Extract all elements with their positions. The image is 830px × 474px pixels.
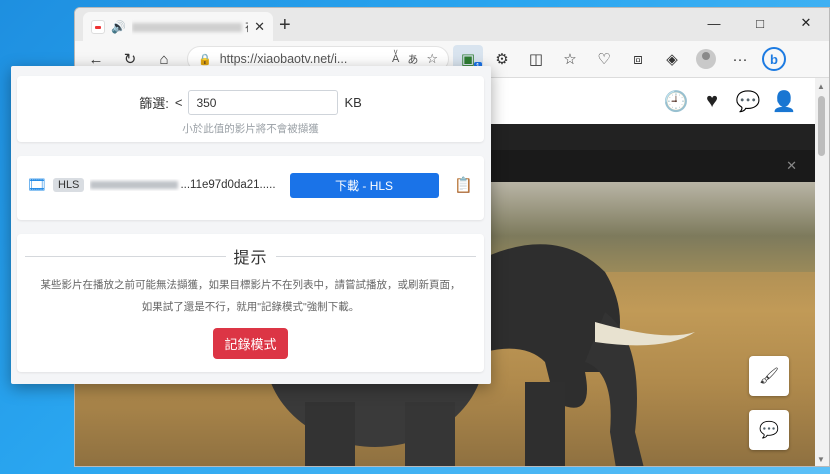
- browser-essentials-icon[interactable]: ♡: [589, 45, 619, 73]
- browser-tab[interactable]: 🔊 在线 ✕: [83, 12, 273, 41]
- history-clock-icon[interactable]: 🕘: [664, 90, 689, 113]
- scroll-up-icon[interactable]: ▲: [817, 82, 825, 91]
- filter-label: 篩選:: [139, 96, 169, 111]
- list-item: 🎞 HLS ...11e97d0da21..... 下載 - HLS 📋: [17, 166, 484, 204]
- filter-row: 篩選: < KB: [17, 90, 484, 115]
- address-url: https://xiaobaotv.net/i...: [219, 52, 348, 66]
- video-list: 🎞 HLS ...11e97d0da21..... 下載 - HLS 📋: [17, 156, 484, 220]
- tips-line-2: 如果試了還是不行，就用"記錄模式"強制下載。: [141, 301, 360, 313]
- paintbrush-icon[interactable]: 🖌: [749, 356, 789, 396]
- tips-line-1: 某些影片在播放之前可能無法擷獲，如果目標影片不在列表中，請嘗試播放，或刷新頁面，: [40, 279, 461, 291]
- profile-avatar[interactable]: [691, 45, 721, 73]
- maximize-button[interactable]: □: [737, 8, 783, 38]
- minimize-button[interactable]: —: [691, 8, 737, 38]
- page-scrollbar[interactable]: ▲ ▼: [815, 78, 829, 466]
- filter-unit: KB: [344, 95, 362, 110]
- close-window-button[interactable]: ✕: [783, 8, 829, 38]
- translate-icon[interactable]: あ: [407, 51, 418, 67]
- type-tag: HLS: [53, 178, 85, 192]
- collections-icon[interactable]: ◈: [657, 45, 687, 73]
- more-menu-icon[interactable]: ···: [725, 45, 755, 73]
- record-mode-button[interactable]: 記錄模式: [213, 328, 288, 359]
- favorites-list-icon[interactable]: ☆: [555, 45, 585, 73]
- tab-title: 在线: [131, 18, 248, 35]
- divider: [25, 255, 226, 257]
- chat-bubble-icon[interactable]: 💬: [736, 90, 761, 113]
- read-aloud-icon[interactable]: Aͮ: [392, 53, 399, 65]
- split-screen-icon[interactable]: ◫: [521, 45, 551, 73]
- heart-icon[interactable]: ♥: [701, 90, 723, 112]
- bing-copilot-button[interactable]: b: [759, 45, 789, 73]
- new-tab-button[interactable]: +: [279, 14, 291, 37]
- video-name: ...11e97d0da21.....: [90, 179, 276, 191]
- user-icon[interactable]: 👤: [772, 90, 797, 113]
- film-icon: 🎞: [26, 177, 48, 194]
- extension-popup: 篩選: < KB 小於此值的影片將不會被擷獲 🎞 HLS ...11e97d0d…: [11, 66, 491, 384]
- filter-size-input[interactable]: [188, 90, 339, 115]
- tips-header: 提示: [25, 244, 477, 268]
- favorite-star-icon[interactable]: ☆: [426, 51, 438, 67]
- filter-operator[interactable]: <: [175, 95, 183, 110]
- speaker-icon[interactable]: 🔊: [111, 20, 126, 34]
- tips-card: 提示 某些影片在播放之前可能無法擷獲，如果目標影片不在列表中，請嘗試播放，或刷新…: [17, 234, 484, 372]
- tips-text: 某些影片在播放之前可能無法擷獲，如果目標影片不在列表中，請嘗試播放，或刷新頁面，…: [17, 274, 484, 318]
- scroll-thumb[interactable]: [818, 96, 825, 156]
- tips-title: 提示: [233, 250, 268, 267]
- scroll-down-icon[interactable]: ▼: [817, 455, 825, 464]
- clipboard-check-icon[interactable]: 📋: [453, 174, 474, 196]
- lock-icon[interactable]: 🔒: [198, 53, 212, 66]
- extensions-puzzle-icon[interactable]: ⚙: [487, 45, 517, 73]
- tab-strip: 🔊 在线 ✕ + — □ ✕: [75, 8, 829, 41]
- filter-hint: 小於此值的影片將不會被擷獲: [182, 123, 319, 135]
- close-icon[interactable]: ✕: [786, 158, 797, 174]
- bing-icon: b: [762, 47, 786, 71]
- site-favicon-icon: [91, 19, 105, 34]
- download-button[interactable]: 下載 - HLS: [289, 172, 439, 198]
- screenshot-icon[interactable]: ⧈: [623, 45, 653, 73]
- filter-card: 篩選: < KB 小於此值的影片將不會被擷獲: [17, 76, 484, 142]
- window-controls: — □ ✕: [691, 8, 829, 38]
- divider: [275, 255, 477, 257]
- tab-close-icon[interactable]: ✕: [254, 19, 265, 35]
- comment-icon[interactable]: 💬: [749, 410, 789, 450]
